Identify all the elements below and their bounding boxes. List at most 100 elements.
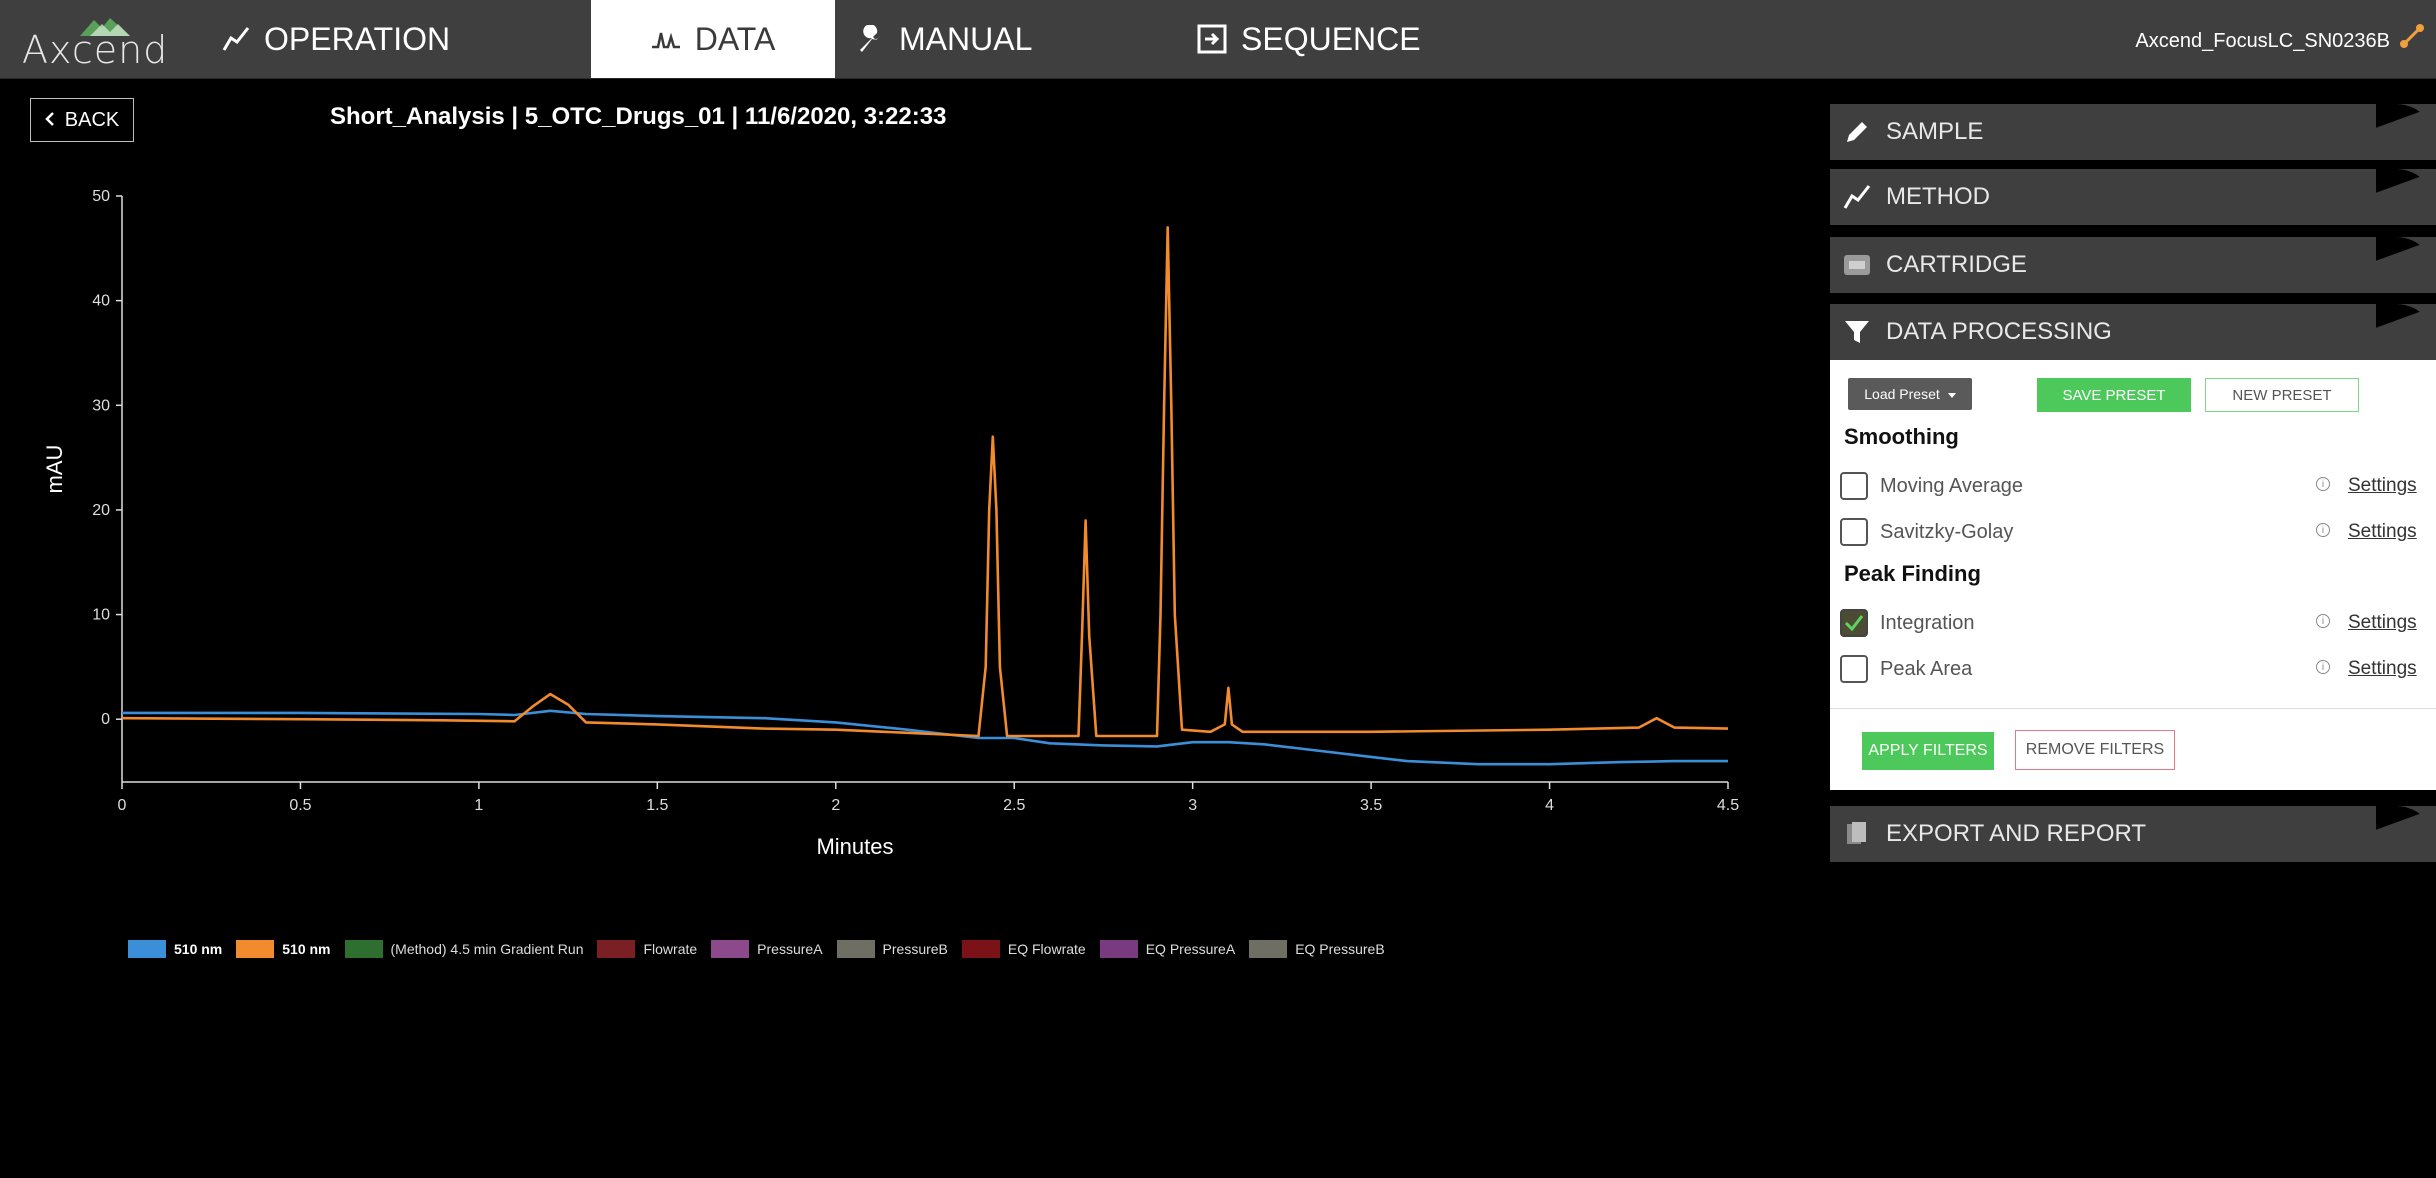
legend-label: (Method) 4.5 min Gradient Run bbox=[390, 941, 584, 957]
legend-label: Flowrate bbox=[643, 941, 698, 957]
legend-item[interactable]: EQ PressureB bbox=[1249, 940, 1385, 958]
y-axis-label: mAU bbox=[42, 445, 67, 494]
legend-item[interactable]: EQ PressureA bbox=[1099, 940, 1236, 958]
y-tick-label: 0 bbox=[101, 711, 110, 728]
caret-down-icon bbox=[1947, 386, 1956, 402]
x-tick-label: 3 bbox=[1188, 797, 1197, 814]
y-tick-label: 50 bbox=[92, 188, 110, 205]
legend-label: PressureB bbox=[882, 941, 948, 957]
y-tick-label: 10 bbox=[92, 607, 110, 624]
legend-swatch bbox=[711, 940, 750, 958]
peak-area-checkbox[interactable] bbox=[1840, 655, 1868, 683]
chevron-left-icon bbox=[44, 109, 55, 132]
panel-section-export-report[interactable]: EXPORT AND REPORT bbox=[1830, 806, 2436, 862]
panel-section-data-processing[interactable]: DATA PROCESSING bbox=[1830, 304, 2436, 360]
legend-item[interactable]: 510 nm bbox=[236, 940, 331, 958]
x-axis-label: Minutes bbox=[816, 834, 893, 859]
filter-label: Peak Area bbox=[1880, 657, 1973, 680]
tab-operation[interactable]: OPERATION bbox=[222, 0, 450, 78]
legend-swatch bbox=[128, 940, 166, 958]
savitzky-golay-checkbox[interactable] bbox=[1840, 518, 1868, 546]
filter-label: Integration bbox=[1880, 611, 1975, 634]
legend-item[interactable]: PressureA bbox=[711, 940, 823, 958]
chromatogram-chart[interactable]: 0 10 20 30 40 50 0 0.5 1 1.5 2 2.5 3 3.5 4 4.5 Minutes mA… bbox=[30, 170, 1790, 890]
legend-item[interactable]: EQ Flowrate bbox=[961, 940, 1086, 958]
load-preset-dropdown[interactable]: Load Preset bbox=[1848, 378, 1972, 410]
smoothing-heading: Smoothing bbox=[1844, 424, 1959, 449]
filter-row-integration: Integration i Settings bbox=[1840, 605, 2420, 641]
filter-row-savitzky-golay: Savitzky-Golay i Settings bbox=[1840, 514, 2420, 550]
filter-row-moving-average: Moving Average i Settings bbox=[1840, 468, 2420, 504]
x-tick-label: 2 bbox=[831, 797, 840, 814]
chart-legend: 510 nm 510 nm (Method) 4.5 min Gradient Ru… bbox=[128, 940, 1399, 958]
connection-status-icon[interactable] bbox=[2398, 22, 2426, 55]
legend-swatch bbox=[344, 940, 383, 958]
legend-item[interactable]: (Method) 4.5 min Gradient Run bbox=[344, 940, 584, 958]
legend-swatch bbox=[236, 940, 275, 958]
wrench-icon bbox=[857, 25, 885, 53]
panel-section-cartridge[interactable]: CARTRIDGE bbox=[1830, 237, 2436, 293]
sequence-icon bbox=[1197, 24, 1227, 54]
legend-item[interactable]: PressureB bbox=[836, 940, 948, 958]
peak-icon bbox=[651, 27, 681, 51]
moving-average-checkbox[interactable] bbox=[1840, 472, 1868, 500]
x-tick-label: 0 bbox=[118, 797, 127, 814]
data-processing-body: Load Preset SAVE PRESET NEW PRESET Smoot… bbox=[1830, 360, 2436, 790]
x-tick-label: 1.5 bbox=[646, 797, 668, 814]
back-button[interactable]: BACK bbox=[30, 98, 134, 142]
tab-sequence[interactable]: SEQUENCE bbox=[1197, 0, 1437, 78]
filter-label: Savitzky-Golay bbox=[1880, 520, 2014, 543]
legend-swatch bbox=[961, 940, 1000, 958]
legend-label: EQ PressureA bbox=[1145, 941, 1236, 957]
info-icon[interactable]: i bbox=[2316, 660, 2330, 674]
legend-item[interactable]: 510 nm bbox=[128, 940, 222, 958]
new-preset-button[interactable]: NEW PRESET bbox=[2205, 378, 2359, 412]
load-preset-label: Load Preset bbox=[1864, 386, 1940, 402]
section-label: DATA PROCESSING bbox=[1886, 318, 2112, 345]
legend-swatch bbox=[1249, 940, 1288, 958]
info-icon[interactable]: i bbox=[2316, 477, 2330, 491]
section-label: METHOD bbox=[1886, 183, 1990, 210]
tab-label: OPERATION bbox=[264, 20, 451, 57]
integration-checkbox[interactable] bbox=[1840, 609, 1868, 637]
legend-item[interactable]: Flowrate bbox=[597, 940, 697, 958]
x-tick-label: 3.5 bbox=[1360, 797, 1382, 814]
cartridge-icon bbox=[1842, 251, 1872, 279]
tab-label: SEQUENCE bbox=[1241, 20, 1421, 57]
axcend-logo: Axcend bbox=[22, 12, 182, 72]
document-icon bbox=[1842, 821, 1872, 847]
tab-label: DATA bbox=[694, 20, 776, 57]
savitzky-golay-settings-link[interactable]: Settings bbox=[2348, 521, 2417, 543]
y-tick-label: 20 bbox=[92, 502, 110, 519]
divider bbox=[1830, 708, 2436, 709]
peak-finding-heading: Peak Finding bbox=[1844, 561, 1981, 586]
filter-label: Moving Average bbox=[1880, 474, 2024, 497]
integration-settings-link[interactable]: Settings bbox=[2348, 612, 2417, 634]
tab-label: MANUAL bbox=[899, 20, 1033, 57]
legend-label: PressureA bbox=[757, 941, 823, 957]
tab-data[interactable]: DATA bbox=[591, 0, 835, 78]
legend-label: EQ Flowrate bbox=[1007, 941, 1086, 957]
info-icon[interactable]: i bbox=[2316, 614, 2330, 628]
remove-filters-button[interactable]: REMOVE FILTERS bbox=[2015, 730, 2175, 770]
legend-label: 510 nm bbox=[282, 941, 331, 957]
y-tick-label: 40 bbox=[92, 293, 110, 310]
apply-filters-button[interactable]: APPLY FILTERS bbox=[1862, 732, 1994, 770]
pencil-icon bbox=[1842, 119, 1872, 145]
moving-average-settings-link[interactable]: Settings bbox=[2348, 475, 2417, 497]
legend-label: 510 nm bbox=[174, 941, 223, 957]
x-tick-label: 4.5 bbox=[1717, 797, 1739, 814]
section-label: EXPORT AND REPORT bbox=[1886, 820, 2147, 847]
checkmark-icon bbox=[1844, 615, 1864, 632]
panel-section-method[interactable]: METHOD bbox=[1830, 169, 2436, 225]
tab-manual[interactable]: MANUAL bbox=[857, 0, 1057, 78]
x-tick-label: 2.5 bbox=[1003, 797, 1025, 814]
y-tick-label: 30 bbox=[92, 397, 110, 414]
info-icon[interactable]: i bbox=[2316, 523, 2330, 537]
peak-area-settings-link[interactable]: Settings bbox=[2348, 658, 2417, 680]
legend-swatch bbox=[1099, 940, 1138, 958]
save-preset-button[interactable]: SAVE PRESET bbox=[2037, 378, 2191, 412]
panel-section-sample[interactable]: SAMPLE bbox=[1830, 104, 2436, 160]
top-navigation-bar: Axcend OPERATION DATA MANUAL SEQUENCE Ax… bbox=[0, 0, 2436, 79]
device-name: Axcend_FocusLC_SN0236B bbox=[2135, 30, 2390, 52]
